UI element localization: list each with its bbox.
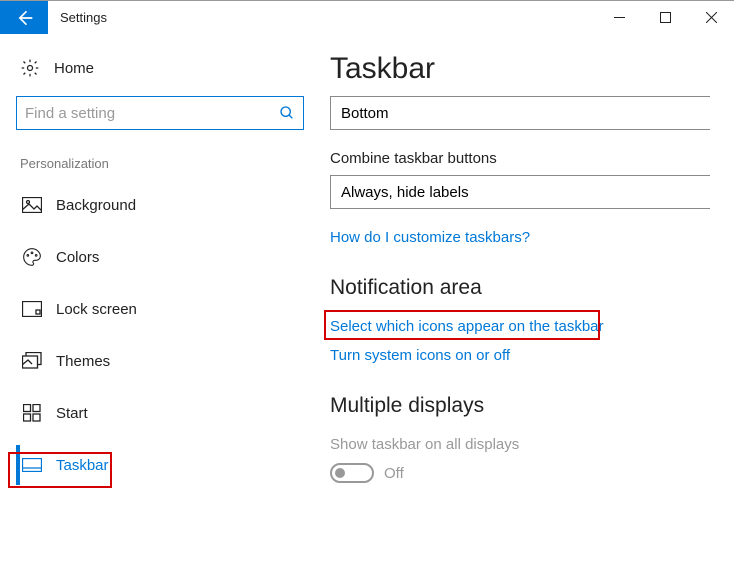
sidebar: Home Personalization Background Colors L… — [0, 34, 330, 563]
combine-label: Combine taskbar buttons — [330, 150, 734, 167]
home-button[interactable]: Home — [16, 50, 330, 96]
combine-buttons-dropdown[interactable]: Always, hide labels — [330, 175, 710, 209]
sidebar-item-label: Themes — [56, 353, 110, 370]
system-icons-link[interactable]: Turn system icons on or off — [330, 347, 734, 364]
notification-area-heading: Notification area — [330, 276, 734, 300]
sidebar-item-taskbar[interactable]: Taskbar — [16, 445, 330, 485]
sidebar-item-label: Colors — [56, 249, 99, 266]
themes-icon — [22, 351, 42, 371]
lockscreen-icon — [22, 299, 42, 319]
minimize-icon — [614, 12, 625, 23]
back-button[interactable] — [0, 1, 48, 34]
show-taskbar-all-label: Show taskbar on all displays — [330, 436, 734, 453]
titlebar: Settings — [0, 0, 734, 34]
maximize-button[interactable] — [642, 1, 688, 34]
multiple-displays-heading: Multiple displays — [330, 394, 734, 418]
search-input[interactable] — [16, 96, 304, 130]
sidebar-item-background[interactable]: Background — [16, 185, 330, 225]
sidebar-item-themes[interactable]: Themes — [16, 341, 330, 381]
section-label: Personalization — [16, 156, 330, 185]
home-label: Home — [54, 60, 94, 77]
arrow-left-icon — [14, 8, 34, 28]
toggle-state: Off — [384, 465, 404, 482]
sidebar-item-label: Lock screen — [56, 301, 137, 318]
picture-icon — [22, 195, 42, 215]
window-title: Settings — [48, 1, 119, 34]
toggle-track — [330, 463, 374, 483]
dropdown-value: Always, hide labels — [341, 184, 469, 201]
sidebar-item-label: Background — [56, 197, 136, 214]
search-icon — [279, 105, 295, 121]
select-icons-link[interactable]: Select which icons appear on the taskbar — [330, 318, 734, 335]
customize-link[interactable]: How do I customize taskbars? — [330, 229, 734, 246]
close-button[interactable] — [688, 1, 734, 34]
toggle-thumb — [335, 468, 345, 478]
minimize-button[interactable] — [596, 1, 642, 34]
sidebar-item-colors[interactable]: Colors — [16, 237, 330, 277]
sidebar-item-lockscreen[interactable]: Lock screen — [16, 289, 330, 329]
sidebar-item-label: Taskbar — [56, 457, 109, 474]
taskbar-location-dropdown[interactable]: Bottom — [330, 96, 710, 130]
page-title: Taskbar — [330, 52, 734, 86]
gear-icon — [20, 58, 40, 78]
start-icon — [22, 403, 42, 423]
palette-icon — [22, 247, 42, 267]
taskbar-icon — [22, 455, 42, 475]
dropdown-value: Bottom — [341, 105, 389, 122]
main-content: Taskbar Bottom Combine taskbar buttons A… — [330, 34, 734, 563]
sidebar-item-label: Start — [56, 405, 88, 422]
maximize-icon — [660, 12, 671, 23]
sidebar-item-start[interactable]: Start — [16, 393, 330, 433]
close-icon — [706, 12, 717, 23]
show-all-displays-toggle[interactable]: Off — [330, 463, 734, 483]
search-field[interactable] — [25, 105, 279, 122]
